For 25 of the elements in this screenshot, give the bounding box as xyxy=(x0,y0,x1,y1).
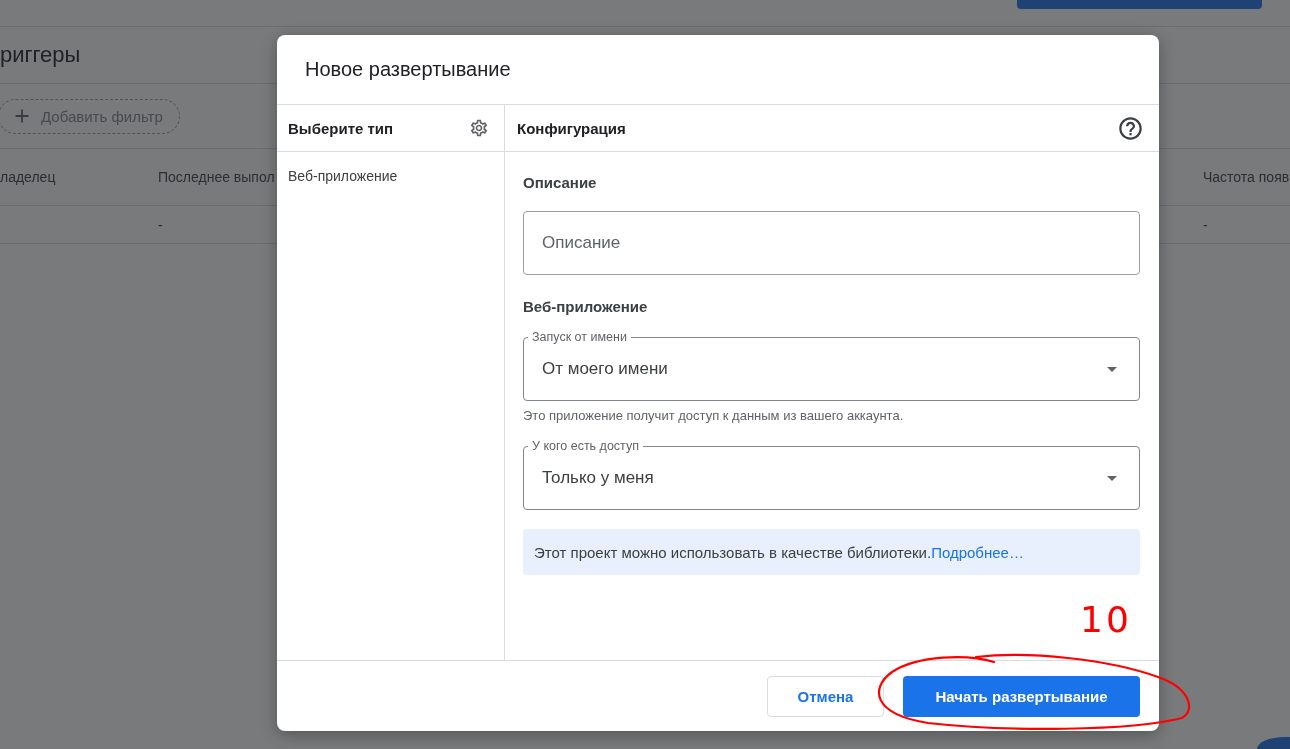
select-label: Запуск от имени xyxy=(528,329,631,345)
annotation-note: 10 xyxy=(1080,600,1132,640)
dropdown-caret-icon xyxy=(1107,475,1117,481)
learn-more-link[interactable]: Подробнее… xyxy=(931,543,1024,561)
deploy-button[interactable]: Начать развертывание xyxy=(903,675,1140,717)
info-text: Этот проект можно использовать в качестве библиотеки.Подробнее… xyxy=(534,543,1024,561)
cancel-button[interactable]: Отмена xyxy=(767,675,884,717)
dialog-title: Новое развертывание xyxy=(305,58,511,81)
panel-heading: Конфигурация xyxy=(517,119,626,137)
panel-heading: Выберите тип xyxy=(288,119,394,137)
help-icon[interactable] xyxy=(1117,114,1144,142)
column-header: ладелец xyxy=(0,169,56,185)
section-label: Веб-приложение xyxy=(523,298,648,315)
helper-text: Это приложение получит доступ к данным из вашего аккаунта. xyxy=(523,408,904,423)
column-header: Последнее выпол xyxy=(158,169,275,185)
type-list-item[interactable]: Веб-приложение xyxy=(288,168,398,184)
section-label: Описание xyxy=(523,174,597,191)
settings-icon[interactable] xyxy=(469,118,489,138)
page-title: риггеры xyxy=(0,42,81,68)
table-cell: - xyxy=(158,216,163,233)
table-cell: - xyxy=(1203,216,1208,233)
description-input[interactable]: Описание xyxy=(523,211,1140,275)
select-label: У кого есть доступ xyxy=(528,438,643,454)
dropdown-caret-icon xyxy=(1107,366,1117,372)
column-header: Частота появ xyxy=(1203,169,1290,185)
